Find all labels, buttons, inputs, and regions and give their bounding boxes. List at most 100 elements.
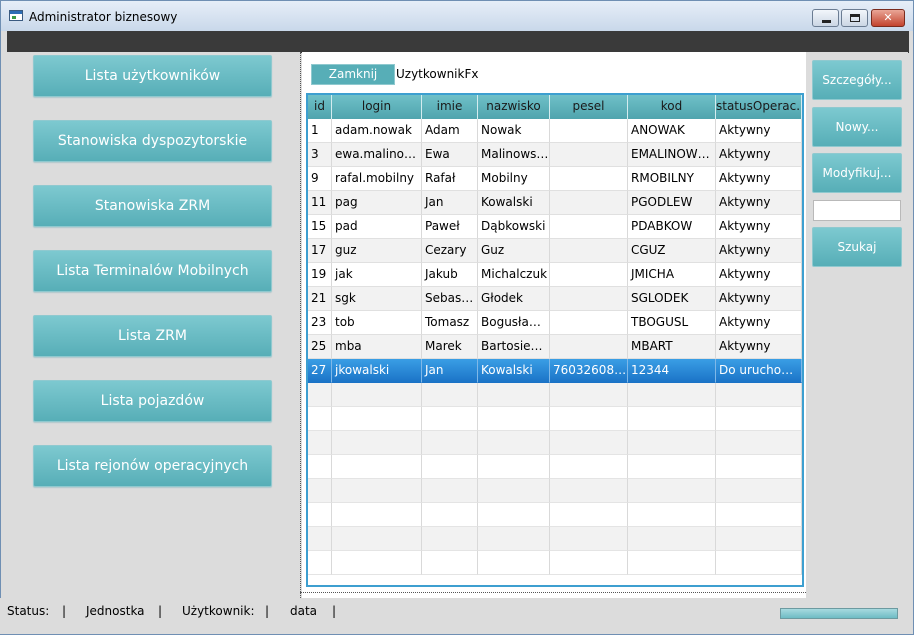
table-cell: [308, 479, 332, 503]
table-row[interactable]: 15 pad Paweł Dąbkowski PDABKOW Aktywny: [308, 215, 802, 239]
column-header[interactable]: nazwisko: [478, 95, 550, 119]
users-table[interactable]: id login imie nazwisko pesel kod statusOperac.…: [306, 93, 804, 587]
search-button[interactable]: Szukaj: [812, 227, 902, 267]
table-cell: [550, 551, 628, 575]
table-cell: Kowalski: [478, 359, 550, 383]
table-cell: Tomasz: [422, 311, 478, 335]
unit-label: Jednostka: [86, 604, 145, 618]
table-cell: [628, 431, 716, 455]
nav-zrm-stations-button[interactable]: Stanowiska ZRM: [33, 185, 272, 227]
table-cell: [550, 167, 628, 191]
table-cell: [478, 455, 550, 479]
table-cell: Bogusławski: [478, 311, 550, 335]
minimize-button[interactable]: [812, 9, 839, 27]
empty-table-row[interactable]: [308, 479, 802, 503]
table-cell: [422, 551, 478, 575]
table-cell: [550, 143, 628, 167]
table-cell: Kowalski: [478, 191, 550, 215]
nav-zrm-list-button[interactable]: Lista ZRM: [33, 315, 272, 357]
table-cell: [550, 215, 628, 239]
title-bar[interactable]: Administrator biznesowy ✕: [1, 1, 913, 31]
table-cell: Do uruchomie...: [716, 359, 802, 383]
maximize-button[interactable]: [841, 9, 868, 27]
search-input[interactable]: [813, 200, 901, 221]
new-button[interactable]: Nowy...: [812, 107, 902, 147]
table-cell: [478, 431, 550, 455]
table-cell: [716, 407, 802, 431]
table-row[interactable]: 11 pag Jan Kowalski PGODLEW Aktywny: [308, 191, 802, 215]
table-row[interactable]: 21 sgk Sebasti... Głodek SGLODEK Aktywny: [308, 287, 802, 311]
menu-bar: [7, 31, 909, 53]
table-cell: [716, 479, 802, 503]
empty-table-row[interactable]: [308, 383, 802, 407]
table-cell: Guz: [478, 239, 550, 263]
column-header[interactable]: statusOperac...: [716, 95, 802, 119]
table-cell: Malinowska: [478, 143, 550, 167]
table-cell: [422, 455, 478, 479]
table-cell: [332, 503, 422, 527]
table-cell: 1: [308, 119, 332, 143]
column-header[interactable]: imie: [422, 95, 478, 119]
table-cell: 9: [308, 167, 332, 191]
table-cell: [550, 383, 628, 407]
column-header[interactable]: pesel: [550, 95, 628, 119]
modify-button[interactable]: Modyfikuj...: [812, 153, 902, 193]
table-cell: [716, 503, 802, 527]
table-cell: 12344: [628, 359, 716, 383]
column-header[interactable]: login: [332, 95, 422, 119]
table-row[interactable]: 3 ewa.malinows... Ewa Malinowska EMALINOWS..…: [308, 143, 802, 167]
empty-table-row[interactable]: [308, 551, 802, 575]
table-cell: [422, 407, 478, 431]
table-row[interactable]: 17 guz Cezary Guz CGUZ Aktywny: [308, 239, 802, 263]
empty-table-row[interactable]: [308, 431, 802, 455]
empty-table-row[interactable]: [308, 455, 802, 479]
table-cell: [550, 239, 628, 263]
nav-vehicles-button[interactable]: Lista pojazdów: [33, 380, 272, 422]
table-cell: [308, 527, 332, 551]
table-row[interactable]: 23 tob Tomasz Bogusławski TBOGUSL Aktywny: [308, 311, 802, 335]
empty-table-row[interactable]: [308, 527, 802, 551]
panel-divider[interactable]: [300, 52, 301, 598]
table-cell: 19: [308, 263, 332, 287]
table-row[interactable]: 19 jak Jakub Michalczuk JMICHA Aktywny: [308, 263, 802, 287]
actions-panel: Szczegóły... Nowy... Modyfikuj... Szukaj: [806, 52, 908, 598]
table-cell: [628, 551, 716, 575]
status-separator: |: [265, 604, 270, 618]
table-cell: [478, 551, 550, 575]
empty-table-row[interactable]: [308, 503, 802, 527]
nav-mobile-terminals-button[interactable]: Lista Terminalów Mobilnych: [33, 250, 272, 292]
details-button[interactable]: Szczegóły...: [812, 60, 902, 100]
table-cell: Dąbkowski: [478, 215, 550, 239]
table-cell: [478, 479, 550, 503]
table-cell: Ewa: [422, 143, 478, 167]
nav-operational-areas-button[interactable]: Lista rejonów operacyjnych: [33, 445, 272, 487]
table-row[interactable]: 9 rafal.mobilny Rafał Mobilny RMOBILNY Aktywn…: [308, 167, 802, 191]
table-cell: Aktywny: [716, 167, 802, 191]
table-cell: PGODLEW: [628, 191, 716, 215]
table-cell: [478, 503, 550, 527]
close-button[interactable]: ✕: [871, 9, 905, 27]
nav-dispatcher-stations-button[interactable]: Stanowiska dyspozytorskie: [33, 120, 272, 162]
table-cell: [550, 287, 628, 311]
table-cell: Sebasti...: [422, 287, 478, 311]
table-cell: Adam: [422, 119, 478, 143]
table-cell: [308, 407, 332, 431]
close-table-button[interactable]: Zamknij tabele: [311, 64, 395, 100]
column-header[interactable]: id: [308, 95, 332, 119]
table-cell: [478, 383, 550, 407]
table-cell: [308, 455, 332, 479]
table-cell: 760326082...: [550, 359, 628, 383]
navigation-panel: Lista użytkowników Stanowiska dyspozytor…: [6, 52, 300, 598]
table-cell: Aktywny: [716, 311, 802, 335]
table-cell: [716, 527, 802, 551]
table-row[interactable]: 1 adam.nowak Adam Nowak ANOWAK Aktywny: [308, 119, 802, 143]
nav-users-button[interactable]: Lista użytkowników: [33, 55, 272, 97]
table-row[interactable]: 25 mba Marek Bartosiewi... MBART Aktywny: [308, 335, 802, 359]
table-cell: ANOWAK: [628, 119, 716, 143]
bottom-divider: [300, 592, 808, 593]
table-row[interactable]: 27 jkowalski Jan Kowalski 760326082... 12344 D…: [308, 359, 802, 383]
column-header[interactable]: kod: [628, 95, 716, 119]
empty-table-row[interactable]: [308, 407, 802, 431]
maximize-icon: [850, 14, 860, 22]
table-cell: Jan: [422, 191, 478, 215]
